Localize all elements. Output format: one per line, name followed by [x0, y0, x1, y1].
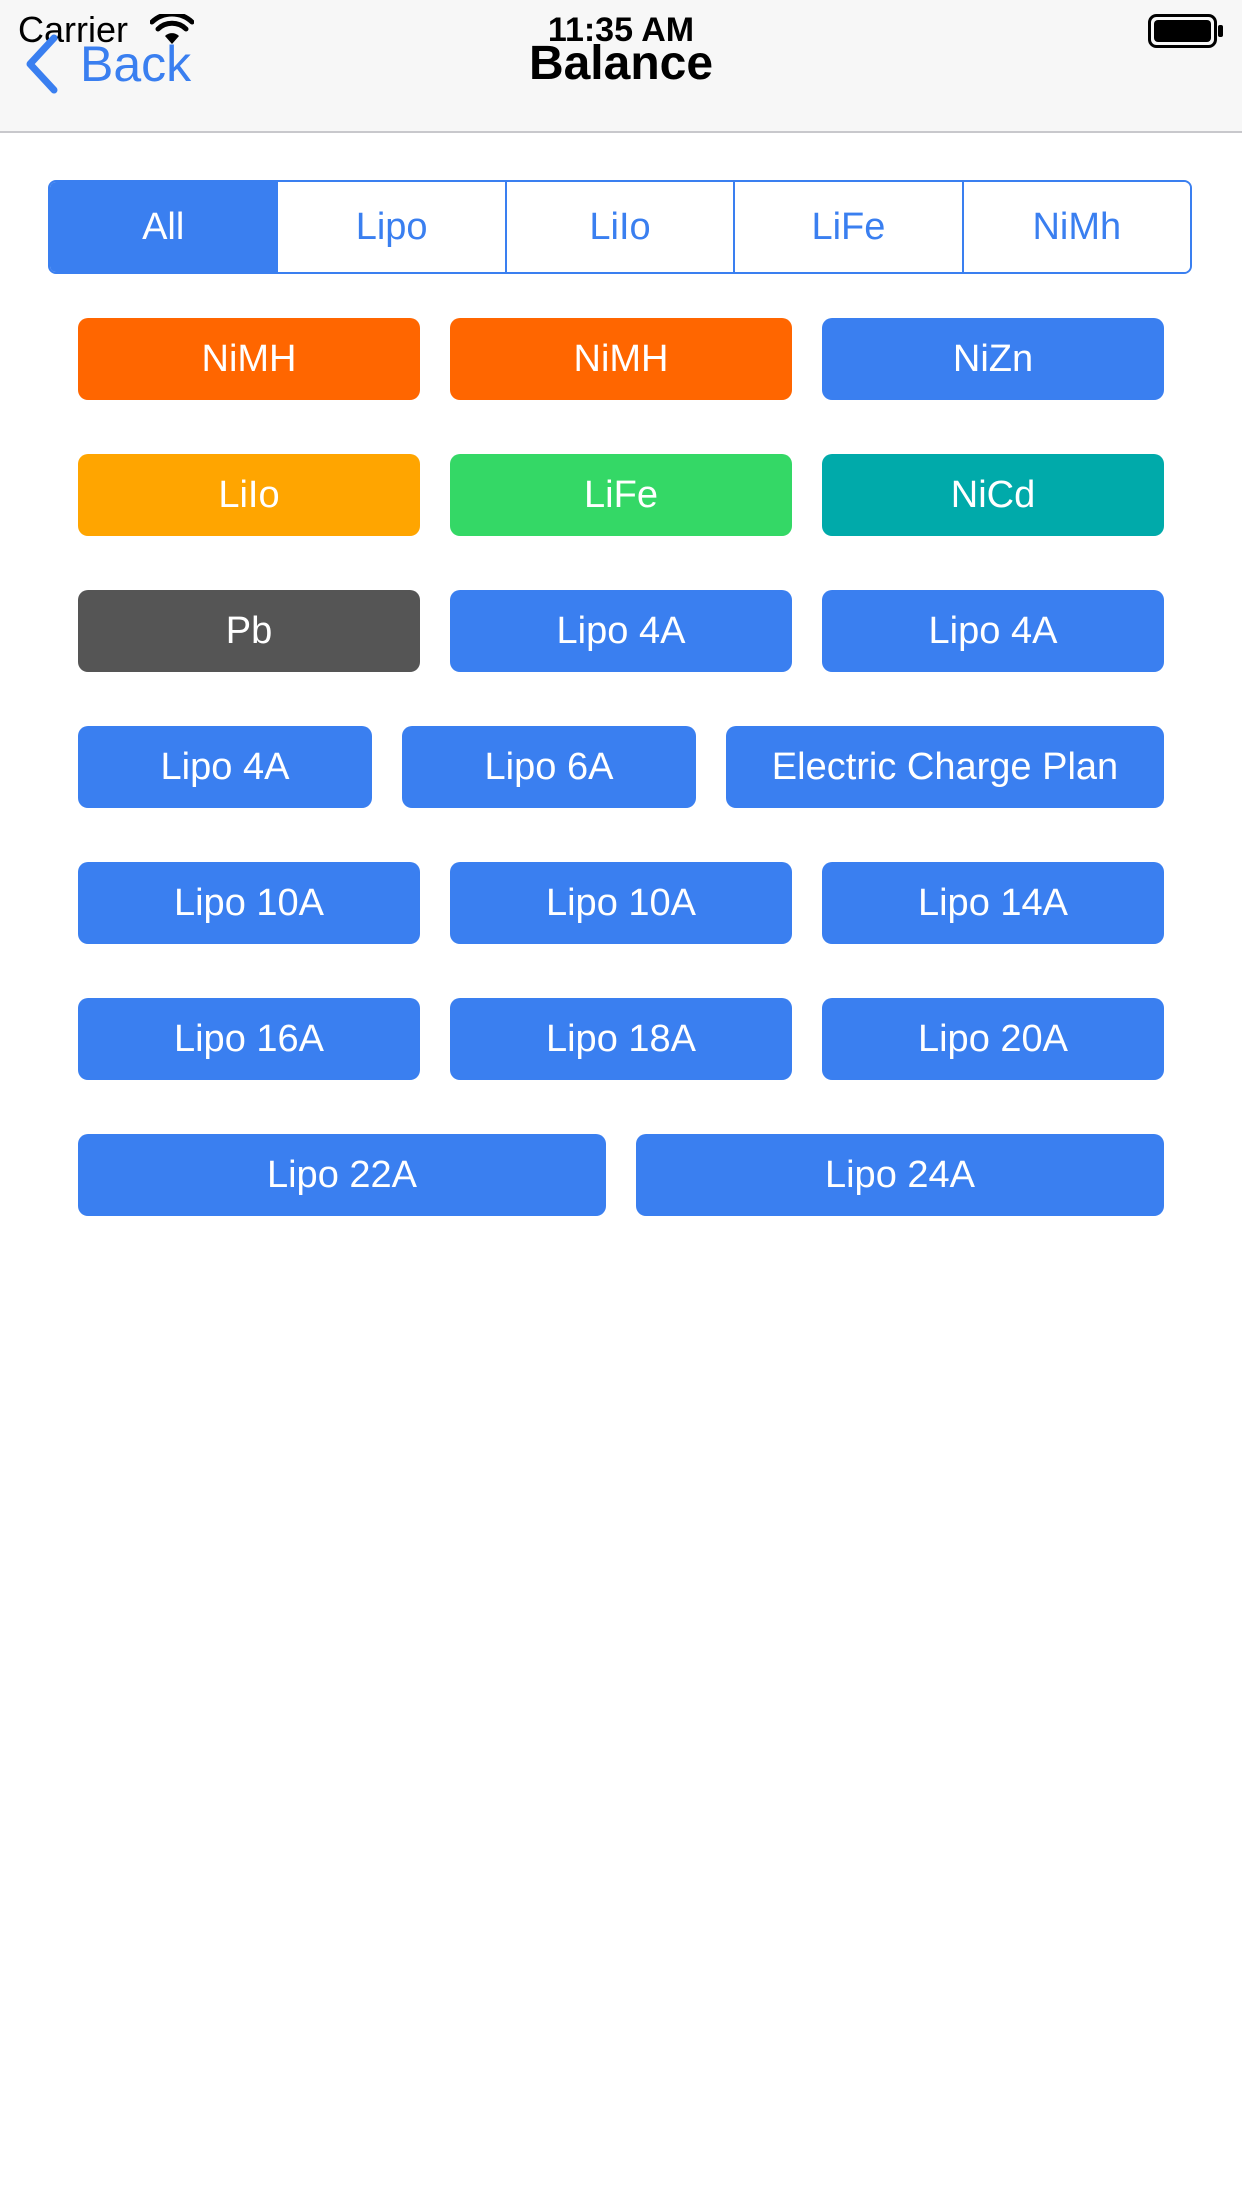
- button-row: NiMH NiMH NiZn: [78, 318, 1164, 400]
- plan-button-lipo-10a[interactable]: Lipo 10A: [78, 862, 420, 944]
- plan-button-nizn[interactable]: NiZn: [822, 318, 1164, 400]
- button-row: Pb Lipo 4A Lipo 4A: [78, 590, 1164, 672]
- segment-lipo[interactable]: Lipo: [276, 182, 505, 272]
- plan-button-lipo-14a[interactable]: Lipo 14A: [822, 862, 1164, 944]
- navigation-bar: Carrier 11:35 AM Back Balance: [0, 0, 1242, 133]
- plan-button-life[interactable]: LiFe: [450, 454, 792, 536]
- button-row: Lipo 10A Lipo 10A Lipo 14A: [78, 862, 1164, 944]
- segment-liio[interactable]: LiIo: [504, 182, 734, 272]
- plan-button-nimh[interactable]: NiMH: [78, 318, 420, 400]
- plan-button-lipo-18a[interactable]: Lipo 18A: [450, 998, 792, 1080]
- plan-button-lipo-24a[interactable]: Lipo 24A: [636, 1134, 1164, 1216]
- plan-button-pb[interactable]: Pb: [78, 590, 420, 672]
- plan-button-nicd[interactable]: NiCd: [822, 454, 1164, 536]
- plan-button-lipo-10a-2[interactable]: Lipo 10A: [450, 862, 792, 944]
- plan-button-lipo-6a[interactable]: Lipo 6A: [402, 726, 696, 808]
- plan-button-liio[interactable]: LiIo: [78, 454, 420, 536]
- segment-nimh[interactable]: NiMh: [961, 182, 1190, 272]
- plan-button-electric-charge-plan[interactable]: Electric Charge Plan: [726, 726, 1164, 808]
- plan-button-lipo-4a-3[interactable]: Lipo 4A: [78, 726, 372, 808]
- button-row: Lipo 22A Lipo 24A: [78, 1134, 1164, 1216]
- plan-button-lipo-20a[interactable]: Lipo 20A: [822, 998, 1164, 1080]
- segment-all[interactable]: All: [50, 182, 277, 272]
- page-title: Balance: [528, 37, 714, 90]
- plan-button-lipo-22a[interactable]: Lipo 22A: [78, 1134, 606, 1216]
- button-row: Lipo 16A Lipo 18A Lipo 20A: [78, 998, 1164, 1080]
- plan-button-lipo-16a[interactable]: Lipo 16A: [78, 998, 420, 1080]
- battery-type-filter: All Lipo LiIo LiFe NiMh: [48, 180, 1192, 274]
- segment-life[interactable]: LiFe: [733, 182, 962, 272]
- plan-button-nimh-2[interactable]: NiMH: [450, 318, 792, 400]
- charge-plan-grid: NiMH NiMH NiZn LiIo LiFe NiCd Pb Lipo 4A…: [78, 318, 1164, 1270]
- button-row: Lipo 4A Lipo 6A Electric Charge Plan: [78, 726, 1164, 808]
- plan-button-lipo-4a[interactable]: Lipo 4A: [450, 590, 792, 672]
- plan-button-lipo-4a-2[interactable]: Lipo 4A: [822, 590, 1164, 672]
- button-row: LiIo LiFe NiCd: [78, 454, 1164, 536]
